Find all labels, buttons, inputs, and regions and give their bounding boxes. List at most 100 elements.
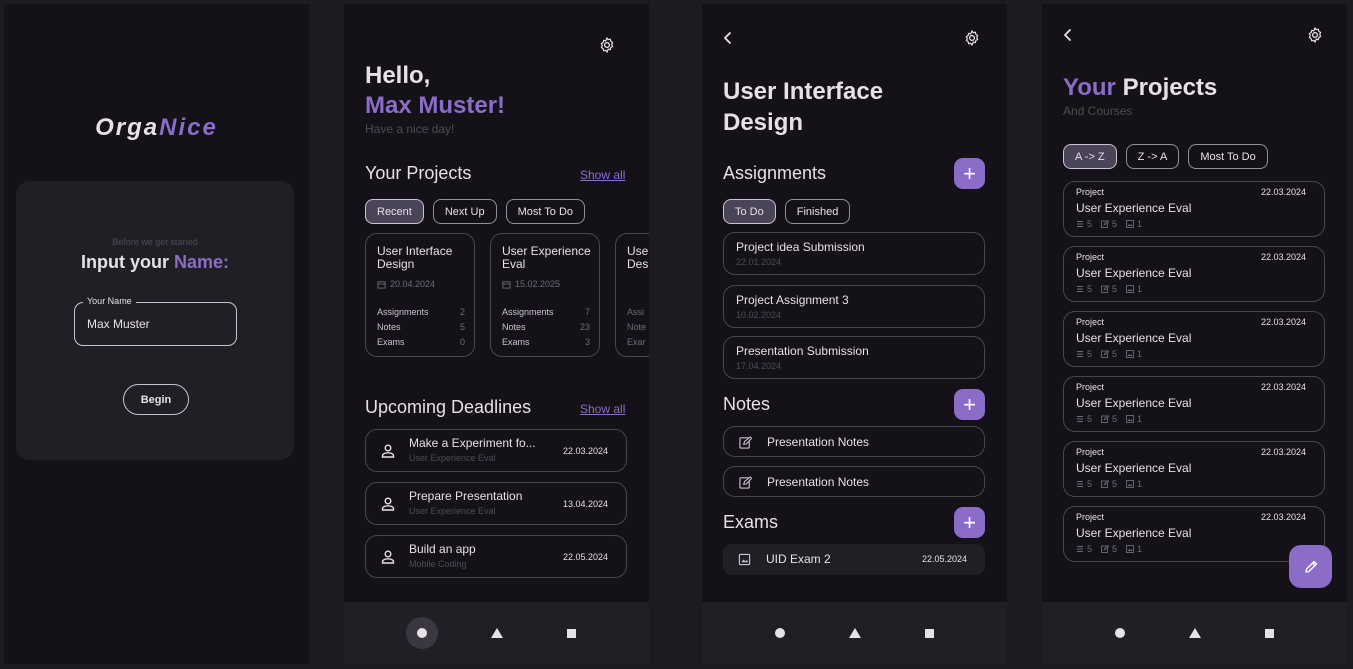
screen-home: Hello, Max Muster! Have a nice day! Your…: [344, 4, 649, 664]
name-field-value: Max Muster: [87, 317, 150, 331]
project-type-label: Project: [1076, 512, 1105, 522]
name-field-label: Your Name: [83, 296, 136, 306]
nav-home-button[interactable]: [1104, 617, 1136, 649]
image-icon: [738, 553, 751, 566]
deadline-item[interactable]: Prepare Presentation User Experience Eva…: [365, 482, 627, 525]
nav-back-button[interactable]: [481, 617, 513, 649]
deadlines-show-all-link[interactable]: Show all: [580, 402, 625, 416]
logo-part-2: Nice: [159, 114, 218, 141]
project-list-item[interactable]: Project 22.03.2024 User Experience Eval 5 5 1: [1063, 506, 1325, 562]
notes-count: 5: [1112, 349, 1118, 359]
add-exam-button[interactable]: +: [954, 507, 985, 538]
nav-recents-button[interactable]: [556, 617, 588, 649]
project-card-exams: Exar: [627, 337, 649, 347]
system-nav-bar: [344, 602, 649, 664]
exam-title: UID Exam 2: [766, 552, 831, 566]
project-filter-chips: Recent Next Up Most To Do: [365, 199, 586, 224]
note-title: Presentation Notes: [767, 435, 870, 449]
chevron-left-icon[interactable]: [721, 31, 735, 45]
deadline-title: Make a Experiment fo...: [409, 436, 536, 450]
deadline-subtitle: Mobile Coding: [409, 559, 467, 569]
notes-heading: Notes: [723, 394, 771, 414]
project-list-item[interactable]: Project 22.03.2024 User Experience Eval 5 5 1: [1063, 311, 1325, 367]
nav-back-button[interactable]: [839, 617, 871, 649]
name-entry-card: Before we get started Input your Name: Y…: [16, 181, 294, 460]
project-card-title: User Experience Eval: [502, 244, 591, 271]
stat-value: 23: [579, 322, 590, 332]
image-icon: [1126, 350, 1134, 358]
project-card[interactable]: User Interface Design 20.04.2024 Assignm…: [365, 233, 475, 357]
nav-recents-button[interactable]: [914, 617, 946, 649]
project-card-exams: Exams 0: [377, 337, 465, 347]
begin-button[interactable]: Begin: [123, 384, 189, 415]
assignments-count: 5: [1087, 284, 1093, 294]
gear-icon[interactable]: [963, 29, 981, 47]
add-note-button[interactable]: +: [954, 389, 985, 420]
assignment-item[interactable]: Project idea Submission 22.01.2024: [723, 232, 985, 275]
nav-home-button[interactable]: [405, 617, 438, 649]
edit-fab[interactable]: [1289, 545, 1332, 588]
project-stats: 5 5 1: [1076, 219, 1142, 229]
project-list-item[interactable]: Project 22.03.2024 User Experience Eval 5 5 1: [1063, 441, 1325, 497]
projects-show-all-link[interactable]: Show all: [580, 168, 625, 182]
chip-recent[interactable]: Recent: [365, 199, 424, 224]
exams-count: 1: [1137, 349, 1143, 359]
project-card[interactable]: User Experience Eval 15.02.2025 Assignme…: [490, 233, 600, 357]
deadline-subtitle: User Experience Eval: [409, 453, 496, 463]
nav-home-button[interactable]: [764, 617, 796, 649]
greeting-subtitle: Have a nice day!: [365, 122, 455, 136]
exam-date: 22.05.2024: [921, 554, 967, 564]
chip-to-do[interactable]: To Do: [723, 199, 776, 224]
pre-title: Before we get started: [112, 237, 198, 247]
project-type-label: Project: [1076, 252, 1105, 262]
project-list-item[interactable]: Project 22.03.2024 User Experience Eval 5 5 1: [1063, 246, 1325, 302]
chip-a-to-z[interactable]: A -> Z: [1063, 144, 1117, 169]
person-icon: [381, 444, 395, 458]
gear-icon[interactable]: [1306, 26, 1324, 44]
chip-most-to-do[interactable]: Most To Do: [505, 199, 586, 224]
gear-icon[interactable]: [598, 36, 616, 54]
person-icon: [381, 497, 395, 511]
chip-finished[interactable]: Finished: [784, 199, 851, 224]
deadline-item[interactable]: Build an app Mobile Coding 22.05.2024: [365, 535, 627, 578]
note-item[interactable]: Presentation Notes: [723, 466, 985, 497]
project-list-item[interactable]: Project 22.03.2024 User Experience Eval 5 5 1: [1063, 376, 1325, 432]
project-card-partial[interactable]: User Interface Design Assi Note Exar: [615, 233, 649, 357]
project-list-item[interactable]: Project 22.03.2024 User Experience Eval 5 5 1: [1063, 181, 1325, 237]
assignment-title: Project Assignment 3: [736, 293, 849, 307]
person-icon: [381, 550, 395, 564]
nav-back-button[interactable]: [1179, 617, 1211, 649]
assignment-item[interactable]: Project Assignment 3 10.02.2024: [723, 285, 985, 328]
project-card-date: 15.02.2025: [502, 279, 560, 289]
chip-next-up[interactable]: Next Up: [432, 199, 497, 224]
chip-most-to-do[interactable]: Most To Do: [1188, 144, 1268, 169]
exams-stat: 1: [1126, 219, 1142, 229]
project-date: 22.03.2024: [1260, 512, 1306, 522]
project-stats: 5 5 1: [1076, 479, 1142, 489]
image-icon: [1126, 480, 1134, 488]
logo-part-1: Orga: [95, 114, 160, 141]
greeting: Hello,: [365, 62, 431, 89]
name-field[interactable]: Your Name Max Muster: [74, 296, 237, 346]
chip-z-to-a[interactable]: Z -> A: [1125, 144, 1180, 169]
project-card-date-text: 15.02.2025: [515, 279, 561, 289]
assignments-count: 5: [1087, 414, 1093, 424]
project-stats: 5 5 1: [1076, 414, 1142, 424]
project-title-line-2: Design: [723, 109, 804, 136]
input-title: Input your Name:: [16, 252, 294, 273]
add-assignment-button[interactable]: +: [954, 158, 985, 189]
deadline-title: Build an app: [409, 542, 476, 556]
edit-note-icon: [1101, 415, 1110, 423]
chevron-left-icon[interactable]: [1061, 28, 1075, 42]
list-icon: [1077, 546, 1083, 552]
assignment-date: 10.02.2024: [736, 310, 782, 320]
assignment-item[interactable]: Presentation Submission 17.04.2024: [723, 336, 985, 379]
system-nav-bar: [702, 602, 1007, 664]
app-logo: OrgaNice: [4, 114, 309, 142]
exam-item[interactable]: UID Exam 2 22.05.2024: [723, 544, 985, 575]
note-item[interactable]: Presentation Notes: [723, 426, 985, 457]
list-icon: [1077, 286, 1083, 292]
deadline-item[interactable]: Make a Experiment fo... User Experience …: [365, 429, 627, 472]
nav-recents-button[interactable]: [1254, 617, 1286, 649]
project-stats: 5 5 1: [1076, 349, 1142, 359]
